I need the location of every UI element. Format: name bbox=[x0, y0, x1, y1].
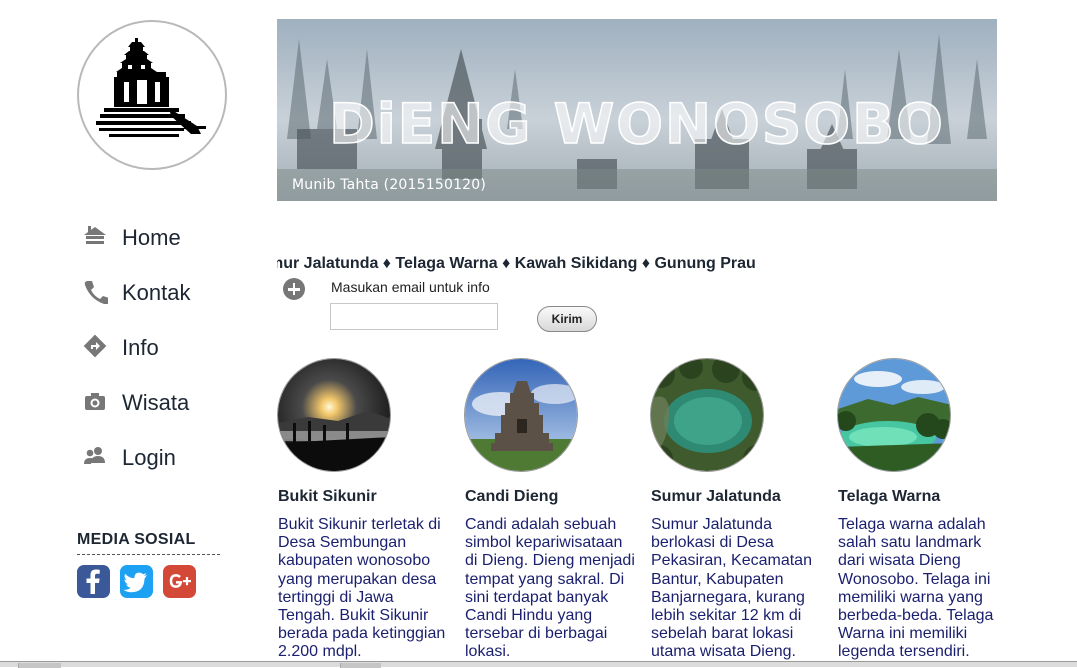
bottom-scrollbar[interactable] bbox=[0, 661, 1077, 668]
email-label: Masukan email untuk info bbox=[331, 279, 490, 295]
info-direction-icon bbox=[82, 333, 108, 359]
nav-wisata-label: Wisata bbox=[122, 390, 190, 415]
home-icon bbox=[82, 223, 108, 249]
card-description: Candi adalah sebuah simbol kepariwisataa… bbox=[465, 516, 635, 661]
card-image-candi-dieng[interactable] bbox=[464, 358, 578, 472]
plus-icon[interactable] bbox=[283, 278, 305, 300]
banner-author: Munib Tahta (2015150120) bbox=[292, 177, 487, 193]
card-title[interactable]: Bukit Sikunir bbox=[278, 488, 377, 506]
card-description: Telaga warna adalah salah satu landmark … bbox=[838, 516, 994, 661]
facebook-icon[interactable] bbox=[77, 565, 110, 598]
nav-info-label: Info bbox=[122, 335, 159, 360]
card-title[interactable]: Candi Dieng bbox=[465, 488, 558, 506]
main-nav: Home Kontak Info Wisata Login bbox=[80, 213, 250, 488]
header-banner: DiENG WONOSOBO Munib Tahta (2015150120) bbox=[277, 19, 997, 201]
nav-info[interactable]: Info bbox=[80, 323, 250, 378]
card-image-sumur-jalatunda[interactable] bbox=[650, 358, 764, 472]
nav-kontak[interactable]: Kontak bbox=[80, 268, 250, 323]
nav-home-label: Home bbox=[122, 225, 181, 250]
camera-icon bbox=[82, 388, 108, 414]
destinations-marquee: mur Jalatunda ♦ Telaga Warna ♦ Kawah Sik… bbox=[277, 255, 997, 277]
phone-icon bbox=[82, 278, 109, 305]
email-input[interactable] bbox=[330, 303, 498, 330]
users-icon bbox=[82, 443, 108, 469]
scrollbar-segment bbox=[18, 663, 61, 668]
nav-login[interactable]: Login bbox=[80, 433, 250, 488]
nav-home[interactable]: Home bbox=[80, 213, 250, 268]
nav-wisata[interactable]: Wisata bbox=[80, 378, 250, 433]
card-title[interactable]: Sumur Jalatunda bbox=[651, 488, 781, 506]
temple-logo[interactable] bbox=[77, 20, 227, 170]
kirim-button[interactable]: Kirim bbox=[537, 306, 597, 332]
card-image-telaga-warna[interactable] bbox=[837, 358, 951, 472]
card-image-bukit-sikunir[interactable] bbox=[277, 358, 391, 472]
twitter-icon[interactable] bbox=[120, 565, 153, 598]
card-description: Bukit Sikunir terletak di Desa Sembungan… bbox=[278, 516, 446, 661]
social-media-heading: MEDIA SOSIAL bbox=[77, 531, 196, 548]
card-description: Sumur Jalatunda berlokasi di Desa Pekasi… bbox=[651, 516, 812, 661]
nav-kontak-label: Kontak bbox=[122, 280, 191, 305]
banner-title: DiENG WONOSOBO bbox=[328, 91, 945, 157]
nav-login-label: Login bbox=[122, 445, 176, 470]
marquee-text: mur Jalatunda ♦ Telaga Warna ♦ Kawah Sik… bbox=[277, 255, 756, 272]
card-title[interactable]: Telaga Warna bbox=[838, 488, 940, 506]
social-divider bbox=[77, 554, 220, 555]
google-plus-icon[interactable] bbox=[163, 565, 196, 598]
scrollbar-segment bbox=[340, 663, 381, 668]
